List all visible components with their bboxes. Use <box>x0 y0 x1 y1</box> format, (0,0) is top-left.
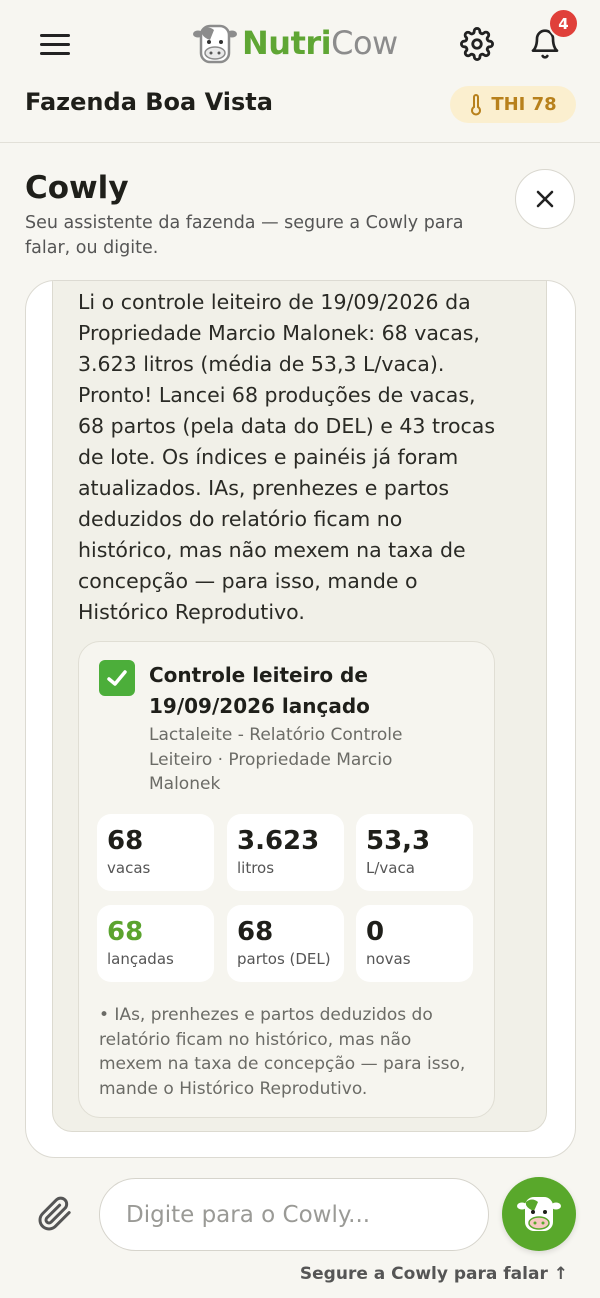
assistant-message-text: Li o controle leiteiro de 19/09/2026 da … <box>78 290 496 624</box>
stat-label: lançadas <box>107 950 174 968</box>
notification-count-badge: 4 <box>548 8 579 39</box>
assistant-title: Cowly <box>25 170 129 206</box>
logo-text-nutri: Nutri <box>242 24 332 62</box>
close-icon <box>536 190 554 208</box>
logo-text: NutriCow <box>242 24 398 62</box>
stat-label: vacas <box>107 859 151 877</box>
stat-novas: 0 novas <box>356 905 473 982</box>
logo-text-cow: Cow <box>331 24 398 62</box>
stat-lancadas: 68 lançadas <box>97 905 214 982</box>
import-result-card: Controle leiteiro de 19/09/2026 lançado … <box>78 641 495 1118</box>
stat-value: 53,3 <box>366 826 431 856</box>
stat-label: novas <box>366 950 411 968</box>
close-button[interactable] <box>515 169 575 229</box>
stat-value: 0 <box>366 917 385 947</box>
check-mark-icon <box>99 660 135 696</box>
stat-value: 68 <box>237 917 274 947</box>
thermometer-icon <box>471 93 482 115</box>
stat-value: 68 <box>107 826 144 856</box>
stat-litros-por-vaca: 53,3 L/vaca <box>356 814 473 891</box>
farm-name[interactable]: Fazenda Boa Vista <box>25 88 273 116</box>
card-subtitle: Lactaleite - Relatório Controle Leiteiro… <box>149 725 403 794</box>
card-title: Controle leiteiro de 19/09/2026 lançado <box>149 663 370 718</box>
stat-value: 68 <box>107 917 144 947</box>
app-logo: NutriCow <box>192 20 398 66</box>
stat-litros: 3.623 litros <box>227 814 344 891</box>
stat-label: partos (DEL) <box>237 950 331 968</box>
thi-badge[interactable]: THI 78 <box>450 86 576 123</box>
message-input-wrapper <box>99 1178 489 1251</box>
chat-panel[interactable]: Li o controle leiteiro de 19/09/2026 da … <box>25 280 576 1158</box>
stat-label: litros <box>237 859 275 877</box>
stat-value: 3.623 <box>237 826 320 856</box>
top-bar: NutriCow 4 Fazenda Boa Vista THI 78 <box>0 0 600 143</box>
cow-logo-icon <box>193 24 237 64</box>
stat-label: L/vaca <box>366 859 415 877</box>
stat-partos: 68 partos (DEL) <box>227 905 344 982</box>
stat-vacas: 68 vacas <box>97 814 214 891</box>
assistant-subtitle: Seu assistente da fazenda — segure a Cow… <box>25 213 464 258</box>
attach-paperclip-icon[interactable] <box>33 1192 77 1236</box>
message-input[interactable] <box>100 1179 488 1250</box>
settings-gear-icon[interactable] <box>458 24 496 64</box>
hamburger-menu-icon[interactable] <box>36 28 76 60</box>
hold-to-talk-hint: Segure a Cowly para falar ↑ <box>299 1264 568 1284</box>
assistant-message-bubble: Li o controle leiteiro de 19/09/2026 da … <box>52 281 547 1132</box>
thi-label: THI 78 <box>491 94 557 115</box>
card-note: • IAs, prenhezes e partos deduzidos do r… <box>99 1005 466 1099</box>
cow-icon <box>517 1197 561 1231</box>
cowly-voice-button[interactable] <box>502 1177 576 1251</box>
